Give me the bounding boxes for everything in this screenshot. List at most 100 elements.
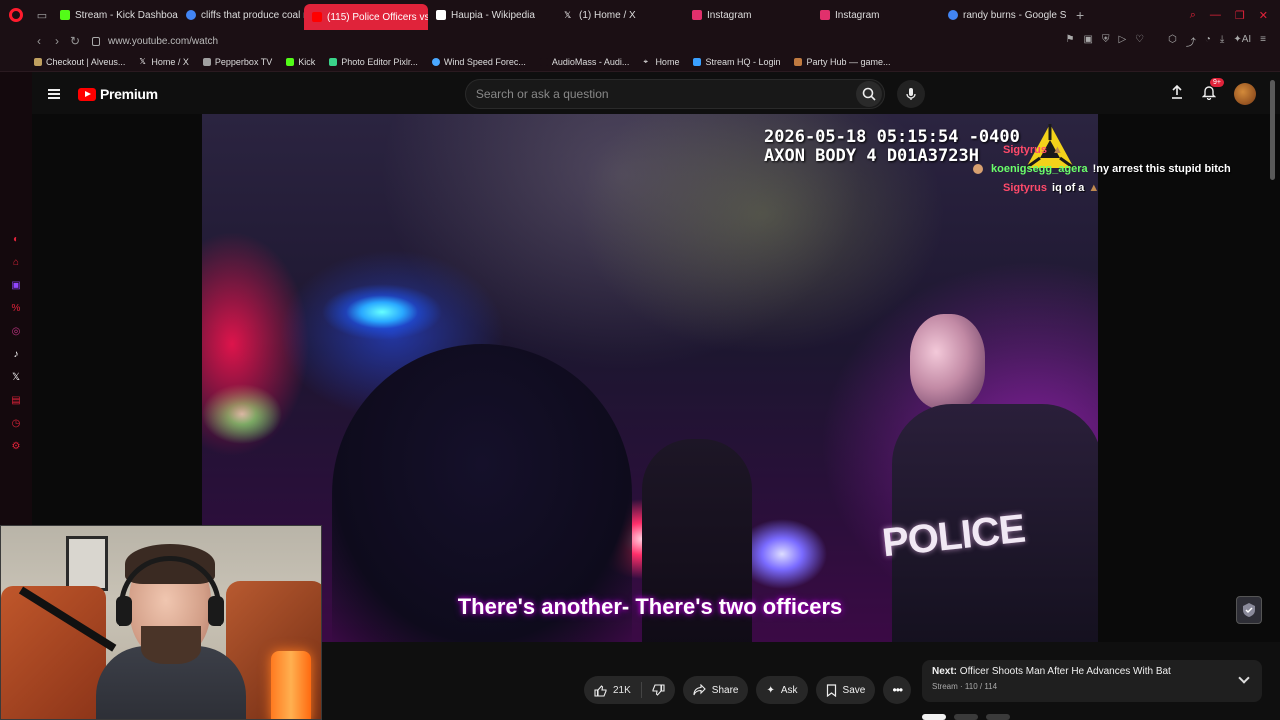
instagram-icon: [692, 10, 702, 20]
speed-dial-icon[interactable]: ◐: [10, 233, 22, 245]
tiktok-icon[interactable]: ♪: [10, 348, 22, 360]
bookmark-audiomass[interactable]: AudioMass - Audi...: [539, 57, 629, 67]
menu-icon[interactable]: ≡: [1260, 34, 1266, 49]
thumbs-up-icon: [594, 684, 607, 697]
snapshot-icon[interactable]: ▣: [1084, 34, 1093, 49]
share-icon[interactable]: ⤴: [1186, 34, 1196, 49]
tab-google-randy[interactable]: randy burns - Google Sear: [940, 0, 1066, 30]
user-badge-icon: [973, 163, 983, 174]
maximize-icon[interactable]: ❐: [1235, 9, 1245, 22]
lock-icon[interactable]: [92, 36, 100, 46]
tab-google-coal[interactable]: cliffs that produce coal nat: [178, 0, 304, 30]
x-icon: 𝕏: [564, 10, 572, 20]
video-scene-officer: POLICE: [880, 308, 1098, 642]
url-field[interactable]: www.youtube.com/watch: [108, 36, 218, 47]
tab-x-home[interactable]: 𝕏 (1) Home / X: [556, 0, 684, 30]
headset-cup: [208, 596, 224, 626]
bookmark-wind[interactable]: Wind Speed Forec...: [431, 57, 526, 67]
history-icon[interactable]: ◷: [10, 417, 22, 429]
save-button[interactable]: Save: [815, 676, 876, 704]
bookmark-pepperbox[interactable]: Pepperbox TV: [202, 57, 272, 67]
tab-kick-dashboard[interactable]: Stream - Kick Dashboard: [52, 0, 178, 30]
search-tabs-icon[interactable]: ⌕: [1190, 9, 1196, 22]
percent-icon[interactable]: %: [10, 302, 22, 314]
video-subtitle: There's another- There's two officers: [457, 594, 843, 619]
address-bar: ‹ › ↻ www.youtube.com/watch ⚑ ▣ ⛨ ▷ ♡ ⬡ …: [0, 30, 1280, 52]
window-controls: ⌕ — ❐ ✕: [1190, 9, 1280, 22]
new-tab-button[interactable]: +: [1066, 7, 1094, 23]
close-icon[interactable]: ✕: [1259, 9, 1268, 22]
chat-text: iq of a: [1052, 181, 1085, 194]
youtube-play-icon: [78, 87, 96, 101]
messenger-icon[interactable]: ⌂: [10, 256, 22, 268]
back-icon[interactable]: ‹: [30, 34, 48, 48]
dislike-button[interactable]: [642, 676, 675, 704]
bookmark-partyhub[interactable]: Party Hub — game...: [794, 57, 891, 67]
share-icon: [693, 684, 706, 696]
tab-instagram-2[interactable]: Instagram: [812, 0, 940, 30]
tab-wikipedia-haupia[interactable]: Haupia - Wikipedia: [428, 0, 556, 30]
wikipedia-icon: [436, 10, 446, 20]
bookmark-checkout[interactable]: Checkout | Alveus...: [34, 57, 125, 67]
page-dot[interactable]: [986, 714, 1010, 720]
opera-logo-icon[interactable]: [0, 0, 32, 30]
bookmark-home-x[interactable]: 𝕏 Home / X: [139, 57, 189, 67]
bookmark-icon[interactable]: ⚑: [1066, 34, 1075, 49]
tab-youtube-police[interactable]: (115) Police Officers vs: [304, 4, 428, 30]
emote-icon: ▲: [1088, 181, 1100, 194]
pepperbox-icon: [202, 57, 211, 66]
chat-message: Sigtyrus iq of a ▲: [940, 178, 1240, 197]
instagram-icon[interactable]: ◎: [10, 325, 22, 337]
kick-icon: [60, 10, 70, 20]
channel-watermark-icon[interactable]: [1236, 596, 1262, 624]
bookmark-home[interactable]: ⌖ Home: [643, 57, 679, 67]
reload-icon[interactable]: ↻: [66, 34, 84, 48]
notification-badge: 9+: [1210, 77, 1224, 87]
minimize-icon[interactable]: —: [1210, 9, 1221, 22]
pinboard-icon[interactable]: ▤: [10, 394, 22, 406]
page-dot[interactable]: [922, 714, 946, 720]
stream-chat-overlay: Sigtyrus ▲ koenigsegg_agera !ny arrest t…: [940, 140, 1240, 197]
streamer-beard: [141, 626, 201, 664]
header-actions: 9+: [1170, 77, 1280, 105]
notifications-icon[interactable]: 9+: [1201, 77, 1224, 105]
page-dot[interactable]: [954, 714, 978, 720]
bookmark-kick[interactable]: Kick: [286, 57, 315, 67]
address-bar-actions: ⚑ ▣ ⛨ ▷ ♡ ⬡ ⤴ ◔ ⤓ ✦AI ≡: [1066, 34, 1280, 49]
workspaces-icon[interactable]: ▭: [32, 0, 52, 30]
ask-button[interactable]: ✦ Ask: [756, 676, 808, 704]
weather-icon: [431, 57, 440, 66]
like-dislike-group: 21K: [584, 676, 675, 704]
bookmark-streamhq[interactable]: Stream HQ - Login: [693, 57, 780, 67]
instagram-icon: [820, 10, 830, 20]
search-icon[interactable]: [855, 81, 882, 107]
page-indicator: [922, 714, 1010, 720]
extensions-icon[interactable]: ⬡: [1168, 34, 1177, 49]
youtube-logo[interactable]: Premium: [78, 86, 158, 102]
profile-icon[interactable]: ◔: [1205, 34, 1211, 49]
download-icon[interactable]: ⤓: [1220, 34, 1224, 49]
like-button[interactable]: 21K: [584, 676, 641, 704]
next-up-card[interactable]: Next: Officer Shoots Man After He Advanc…: [922, 660, 1262, 702]
share-button[interactable]: Share: [682, 676, 749, 704]
tab-instagram-1[interactable]: Instagram: [684, 0, 812, 30]
avatar[interactable]: [1234, 83, 1256, 105]
x-icon[interactable]: 𝕏: [10, 371, 22, 383]
upload-icon[interactable]: [1170, 84, 1184, 105]
scrollbar[interactable]: [1270, 80, 1275, 180]
thumbs-down-icon: [652, 683, 665, 696]
forward-icon[interactable]: ›: [48, 34, 66, 48]
twitch-icon[interactable]: ▣: [10, 279, 22, 291]
shield-icon[interactable]: ⛨: [1102, 34, 1110, 49]
youtube-icon: [312, 12, 322, 22]
heart-icon[interactable]: ♡: [1135, 34, 1144, 49]
menu-icon[interactable]: [48, 89, 60, 99]
more-actions-button[interactable]: •••: [883, 676, 912, 704]
search-input[interactable]: [465, 87, 856, 101]
settings-icon[interactable]: ⚙: [10, 440, 22, 452]
sparkle-icon: ✦: [766, 684, 775, 696]
bookmark-pixlr[interactable]: Photo Editor Pixlr...: [329, 57, 418, 67]
play-icon[interactable]: ▷: [1118, 34, 1126, 49]
ai-icon[interactable]: ✦AI: [1233, 34, 1251, 49]
mic-icon[interactable]: [896, 80, 925, 108]
